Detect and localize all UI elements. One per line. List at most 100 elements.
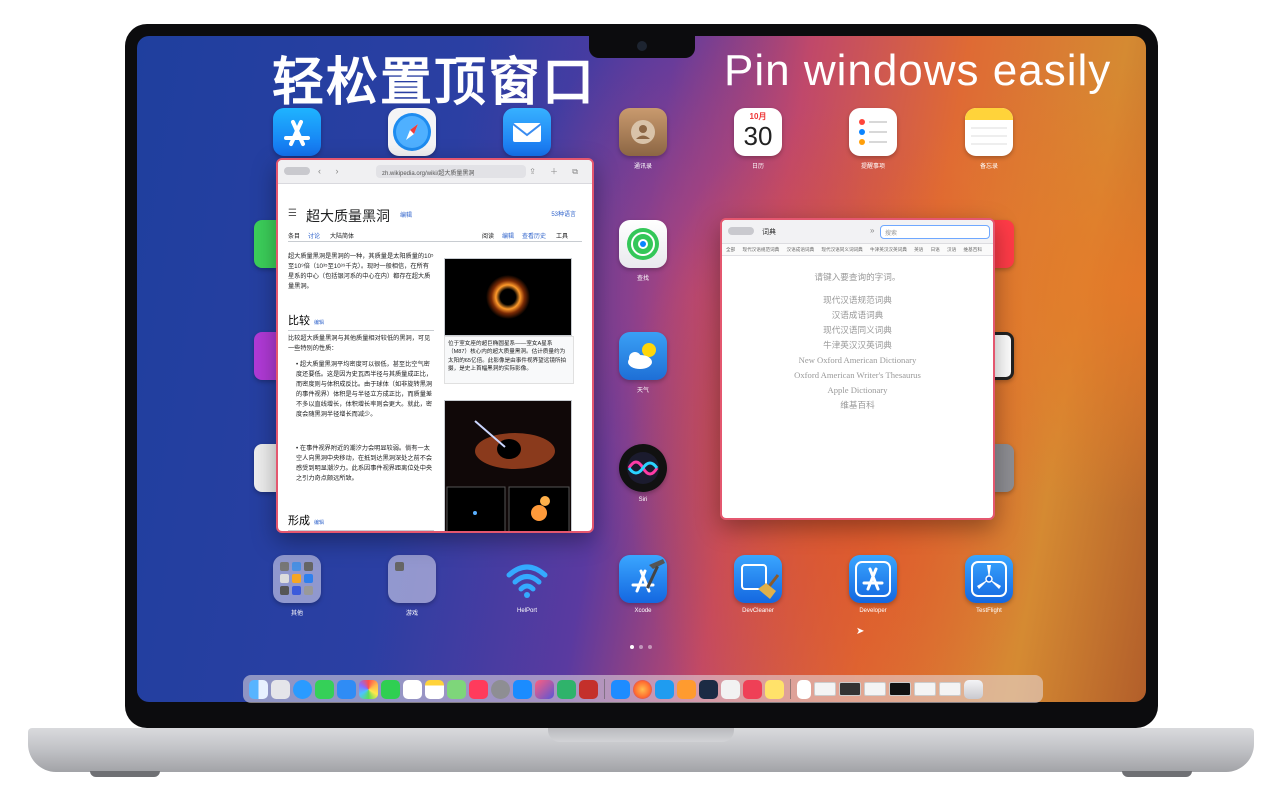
dictionary-item[interactable]: 现代汉语同义词典 bbox=[722, 323, 993, 338]
tab-history[interactable]: 查看历史 bbox=[522, 231, 546, 240]
nav-arrows-icon[interactable]: ‹ › bbox=[318, 166, 345, 176]
scope-tab[interactable]: 全部 bbox=[726, 247, 735, 252]
title-edit-link[interactable]: 编辑 bbox=[400, 210, 412, 219]
xcode-hammer-icon bbox=[619, 555, 667, 603]
dictionary-item[interactable]: Apple Dictionary bbox=[722, 383, 993, 398]
pinned-dictionary-window[interactable]: 词典 » 搜索 全部 现代汉语规范词典 汉语成语词典 现代汉语同义词词典 牛津英… bbox=[720, 218, 995, 520]
hidden-app-left-2[interactable] bbox=[254, 332, 278, 380]
firefox-icon[interactable] bbox=[633, 679, 652, 699]
music-icon[interactable] bbox=[469, 679, 488, 699]
chevron-right-icon[interactable]: » bbox=[870, 226, 874, 235]
scope-tab[interactable]: 现代汉语规范词典 bbox=[742, 247, 779, 252]
app-store-icon[interactable] bbox=[513, 679, 532, 699]
minimized-window-thumbnail[interactable] bbox=[864, 682, 886, 696]
hidden-app-left-1[interactable] bbox=[254, 220, 278, 268]
section-edit-link[interactable]: 编辑 bbox=[314, 320, 324, 326]
page-dot[interactable] bbox=[648, 645, 652, 649]
app-icon bbox=[254, 220, 276, 268]
safari-icon[interactable] bbox=[293, 679, 312, 699]
tab-article[interactable]: 条目 bbox=[288, 231, 300, 240]
pinned-safari-window[interactable]: ‹ › zh.wikipedia.org/wiki/超大质量黑洞 ⇪ ＋ ⧉ ☰… bbox=[276, 158, 594, 533]
reminders-icon[interactable] bbox=[403, 679, 422, 699]
hidden-app-right-2[interactable] bbox=[992, 332, 1016, 380]
trash-icon[interactable] bbox=[964, 679, 983, 699]
pocket-icon[interactable] bbox=[743, 679, 762, 699]
minimized-window-thumbnail[interactable] bbox=[814, 682, 836, 696]
red-app-icon[interactable] bbox=[579, 679, 598, 699]
testflight-app[interactable]: TestFlight bbox=[944, 555, 1034, 616]
minimized-window-thumbnail[interactable] bbox=[839, 682, 861, 696]
dictionary-item[interactable]: 汉语成语词典 bbox=[722, 308, 993, 323]
tab-edit[interactable]: 编辑 bbox=[502, 231, 514, 240]
settings-icon[interactable] bbox=[491, 679, 510, 699]
launchpad-icon[interactable] bbox=[271, 679, 290, 699]
page-dot[interactable] bbox=[639, 645, 643, 649]
shortcuts-icon[interactable] bbox=[535, 679, 554, 699]
scope-tab[interactable]: 汉语 bbox=[947, 247, 956, 252]
messages-icon[interactable] bbox=[315, 679, 334, 699]
section-edit-link[interactable]: 编辑 bbox=[314, 520, 324, 526]
document-icon[interactable] bbox=[797, 679, 811, 699]
finder-icon[interactable] bbox=[249, 679, 268, 699]
xcode-app[interactable]: Xcode bbox=[598, 555, 688, 616]
variant-select[interactable]: 大陆简体 bbox=[330, 231, 354, 240]
hidden-app-right-3[interactable] bbox=[992, 444, 1016, 492]
scope-tab[interactable]: 日语 bbox=[931, 247, 940, 252]
paw-app-icon[interactable] bbox=[557, 679, 576, 699]
scope-tab[interactable]: 英语 bbox=[914, 247, 923, 252]
other-folder[interactable]: 其他 bbox=[252, 555, 342, 617]
minimized-window-thumbnail[interactable] bbox=[889, 682, 911, 696]
photos-icon[interactable] bbox=[359, 679, 378, 699]
page-dot-active[interactable] bbox=[630, 645, 634, 649]
search-input[interactable]: 搜索 bbox=[880, 225, 990, 239]
weather-app[interactable]: 天气 bbox=[598, 332, 688, 394]
facetime-icon[interactable] bbox=[381, 679, 400, 699]
languages-button[interactable]: 53种语言 bbox=[551, 209, 576, 218]
scope-tab[interactable]: 维基百科 bbox=[964, 247, 982, 252]
notes-icon[interactable] bbox=[425, 679, 444, 699]
bird-app-icon[interactable] bbox=[721, 679, 740, 699]
tools-menu[interactable]: 工具 bbox=[556, 231, 568, 240]
hidden-app-right-1[interactable] bbox=[992, 220, 1016, 268]
calendar-app[interactable]: 10月 30 日历 bbox=[713, 108, 803, 170]
dictionary-item[interactable]: New Oxford American Dictionary bbox=[722, 353, 993, 368]
developer-app[interactable]: Developer bbox=[828, 555, 918, 616]
find-my-app[interactable]: 查找 bbox=[598, 220, 688, 282]
settings-gear-icon bbox=[992, 444, 1014, 492]
sidebar-toggle-icon[interactable] bbox=[728, 227, 754, 235]
minimized-window-thumbnail[interactable] bbox=[939, 682, 961, 696]
share-icon[interactable]: ⇪ ＋ ⧉ bbox=[529, 166, 584, 177]
mail-icon[interactable] bbox=[337, 679, 356, 699]
hellport-app[interactable]: HelPort bbox=[482, 555, 572, 616]
menu-icon[interactable]: ☰ bbox=[288, 208, 297, 219]
hidden-app-left-3[interactable] bbox=[254, 444, 278, 492]
page-indicator[interactable] bbox=[630, 645, 652, 649]
scope-tab[interactable]: 汉语成语词典 bbox=[787, 247, 815, 252]
black-hole-image[interactable] bbox=[444, 258, 572, 336]
vscode-icon[interactable] bbox=[655, 679, 674, 699]
headline-english: Pin windows easily bbox=[724, 46, 1112, 95]
devcleaner-app[interactable]: DevCleaner bbox=[713, 555, 803, 616]
dictionary-item[interactable]: 牛津英汉汉英词典 bbox=[722, 338, 993, 353]
dictionary-item[interactable]: 现代汉语规范词典 bbox=[722, 293, 993, 308]
minimized-window-thumbnail[interactable] bbox=[914, 682, 936, 696]
xcode-icon[interactable] bbox=[611, 679, 630, 699]
games-folder[interactable]: 游戏 bbox=[367, 555, 457, 617]
maps-icon[interactable] bbox=[447, 679, 466, 699]
accretion-disk-image[interactable] bbox=[444, 400, 572, 531]
tab-talk[interactable]: 讨论 bbox=[308, 231, 320, 240]
address-bar[interactable]: zh.wikipedia.org/wiki/超大质量黑洞 bbox=[376, 165, 526, 178]
orange-app-icon[interactable] bbox=[677, 679, 696, 699]
siri-app[interactable]: Siri bbox=[598, 444, 688, 505]
scope-tab[interactable]: 牛津英汉汉英词典 bbox=[870, 247, 907, 252]
contacts-app[interactable]: 通讯录 bbox=[598, 108, 688, 170]
dictionary-item[interactable]: 维基百科 bbox=[722, 398, 993, 413]
dictionary-item[interactable]: Oxford American Writer's Thesaurus bbox=[722, 368, 993, 383]
stickies-icon[interactable] bbox=[765, 679, 784, 699]
sidebar-toggle-icon[interactable] bbox=[284, 167, 310, 175]
notes-app[interactable]: 备忘录 bbox=[944, 108, 1034, 170]
image-app-icon[interactable] bbox=[699, 679, 718, 699]
scope-tab[interactable]: 现代汉语同义词词典 bbox=[821, 247, 862, 252]
reminders-app[interactable]: 提醒事项 bbox=[828, 108, 918, 170]
tab-read[interactable]: 阅读 bbox=[482, 231, 494, 240]
